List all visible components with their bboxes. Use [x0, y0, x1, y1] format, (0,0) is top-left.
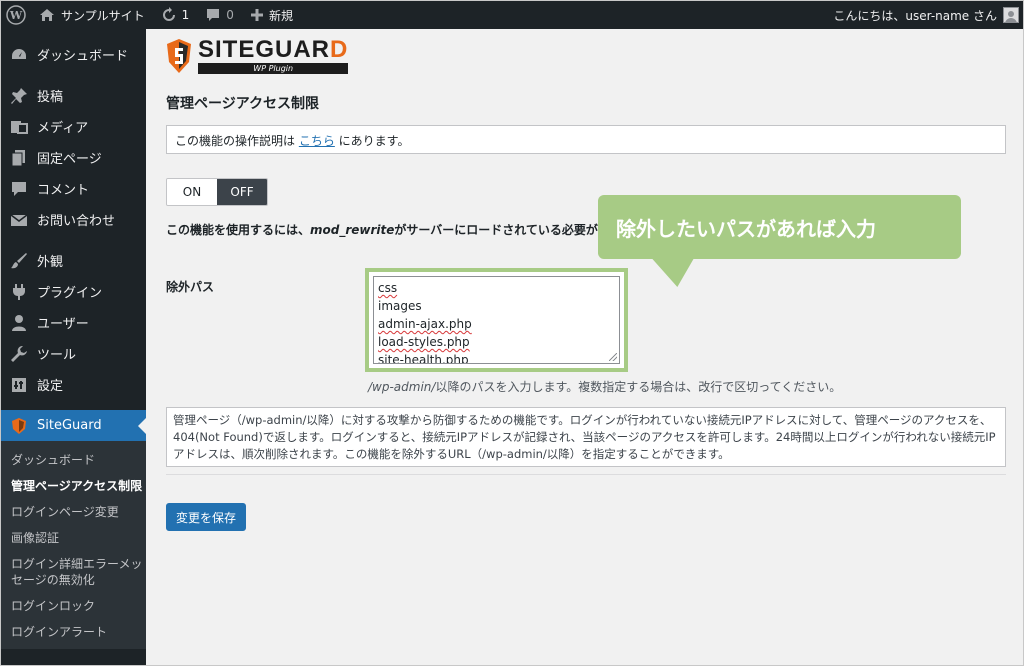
exclude-path-hint: /wp-admin/以降のパスを入力します。複数指定する場合は、改行で区切ってく…: [368, 378, 841, 395]
exclude-path-label: 除外パス: [166, 280, 215, 294]
toggle-on-button[interactable]: ON: [167, 179, 217, 205]
sidebar-item-label: 固定ページ: [37, 152, 102, 167]
sidebar-item-plugins[interactable]: プラグイン: [1, 276, 146, 307]
sidebar-item-dashboard[interactable]: ダッシュボード: [1, 39, 146, 70]
admin-sidebar: ダッシュボード 投稿 メディア 固定ページ コメント お問い合わせ 外観 プラグ…: [1, 29, 146, 665]
sidebar-item-appearance[interactable]: 外観: [1, 245, 146, 276]
sidebar-item-comments[interactable]: コメント: [1, 173, 146, 204]
sidebar-item-label: お問い合わせ: [37, 214, 116, 229]
sidebar-item-label: 外観: [37, 255, 64, 270]
sidebar-item-label: プラグイン: [37, 286, 103, 301]
sidebar-item-label: SiteGuard: [37, 418, 102, 433]
sidebar-item-label: 設定: [37, 379, 64, 394]
sidebar-item-label: ツール: [37, 348, 77, 363]
manual-link[interactable]: こちら: [299, 134, 335, 148]
page-icon: [9, 148, 29, 168]
updates-menu[interactable]: 1: [153, 1, 198, 29]
siteguard-logo: SITEGUARD WP Plugin: [166, 36, 349, 74]
req-text-pre: この機能を使用するには、: [166, 223, 311, 237]
logo-subtitle: WP Plugin: [198, 63, 349, 74]
wordpress-logo-icon[interactable]: W: [1, 1, 31, 29]
sidebar-item-label: 投稿: [37, 90, 64, 105]
exclude-path-line: load-styles.php: [378, 335, 470, 349]
sidebar-item-users[interactable]: ユーザー: [1, 307, 146, 338]
feature-description: 管理ページ（/wp-admin/以降）に対する攻撃から防御するための機能です。ロ…: [166, 407, 1006, 467]
admin-bar: W サンプルサイト 1 0 新規 こんにちは、user-name さん: [1, 1, 1023, 29]
main-content: SITEGUARD WP Plugin 管理ページアクセス制限 この機能の操作説…: [146, 29, 1023, 665]
comments-menu[interactable]: 0: [197, 1, 242, 29]
svg-text:W: W: [9, 9, 23, 22]
sidebar-item-contact[interactable]: お問い合わせ: [1, 204, 146, 235]
save-button[interactable]: 変更を保存: [166, 503, 246, 531]
page-title: 管理ページアクセス制限: [166, 96, 320, 112]
logo-text-d: D: [330, 36, 349, 63]
comment-icon: [205, 7, 221, 23]
media-icon: [9, 117, 29, 137]
submenu-item-login-error[interactable]: ログイン詳細エラーメッセージの無効化: [1, 551, 146, 593]
feature-toggle: ON OFF: [166, 178, 268, 206]
screenshot-frame: W サンプルサイト 1 0 新規 こんにちは、user-name さん ダッシュ…: [0, 0, 1024, 666]
divider: [166, 474, 1006, 475]
exclude-path-line: css: [378, 281, 398, 295]
new-content-menu[interactable]: 新規: [242, 1, 301, 29]
siteguard-submenu: ダッシュボード 管理ページアクセス制限 ログインページ変更 画像認証 ログイン詳…: [1, 441, 146, 649]
user-icon: [9, 313, 29, 333]
sidebar-item-pages[interactable]: 固定ページ: [1, 142, 146, 173]
submenu-item-admin-filter[interactable]: 管理ページアクセス制限: [1, 473, 146, 499]
mail-icon: [9, 210, 29, 230]
dashboard-icon: [9, 45, 29, 65]
site-name: サンプルサイト: [61, 8, 145, 23]
brush-icon: [9, 251, 29, 271]
sidebar-item-label: ダッシュボード: [37, 49, 129, 64]
avatar: [1003, 7, 1019, 23]
sidebar-item-label: ユーザー: [37, 317, 89, 332]
manual-notice: この機能の操作説明は こちら にあります。: [166, 125, 1006, 154]
sidebar-item-siteguard[interactable]: SiteGuard: [1, 410, 146, 441]
hint-path: /wp-admin/: [368, 380, 436, 394]
exclude-path-line: admin-ajax.php: [378, 317, 472, 331]
comments-count: 0: [226, 8, 234, 22]
sidebar-item-settings[interactable]: 設定: [1, 369, 146, 400]
exclude-path-textarea[interactable]: css images admin-ajax.php load-styles.ph…: [373, 276, 620, 364]
exclude-path-line: site-health.php: [378, 353, 469, 364]
req-text-post: がサーバーにロードされている必要があり: [394, 223, 622, 237]
requirement-text: この機能を使用するには、mod_rewriteがサーバーにロードされている必要が…: [166, 221, 622, 238]
updates-count: 1: [181, 8, 190, 22]
callout-tail: [633, 257, 695, 287]
plus-icon: [250, 8, 264, 22]
exclude-path-line: images: [378, 299, 422, 313]
greeting: こんにちは、user-name さん: [833, 8, 997, 23]
submenu-item-login-lock[interactable]: ログインロック: [1, 593, 146, 619]
submenu-item-captcha[interactable]: 画像認証: [1, 525, 146, 551]
plugin-icon: [9, 282, 29, 302]
updates-icon: [161, 7, 177, 23]
siteguard-shield-icon: [167, 39, 191, 73]
sidebar-item-posts[interactable]: 投稿: [1, 80, 146, 111]
submenu-item-dashboard[interactable]: ダッシュボード: [1, 447, 146, 473]
textarea-highlight: css images admin-ajax.php load-styles.ph…: [365, 268, 628, 372]
comment-icon: [9, 179, 29, 199]
settings-icon: [9, 375, 29, 395]
sidebar-item-tools[interactable]: ツール: [1, 338, 146, 369]
logo-text: SITEGUAR: [198, 36, 331, 63]
submenu-item-login-alert[interactable]: ログインアラート: [1, 619, 146, 645]
sidebar-item-label: コメント: [37, 183, 90, 198]
hint-text: 以降のパスを入力します。複数指定する場合は、改行で区切ってください。: [435, 380, 842, 394]
req-module: mod_rewrite: [310, 223, 395, 237]
home-icon: [39, 7, 55, 23]
sidebar-item-label: メディア: [37, 121, 89, 136]
annotation-callout: 除外したいパスがあれば入力: [598, 195, 961, 259]
sidebar-item-media[interactable]: メディア: [1, 111, 146, 142]
account-menu[interactable]: こんにちは、user-name さん: [825, 1, 1023, 29]
resize-handle-icon[interactable]: [609, 353, 617, 361]
siteguard-icon: [9, 416, 29, 436]
submenu-item-rename-login[interactable]: ログインページ変更: [1, 499, 146, 525]
pin-icon: [9, 86, 29, 106]
site-name-menu[interactable]: サンプルサイト: [31, 1, 153, 29]
notice-text-post: にあります。: [334, 134, 410, 148]
notice-text-pre: この機能の操作説明は: [175, 134, 299, 148]
toggle-off-button[interactable]: OFF: [217, 179, 267, 205]
new-label: 新規: [268, 8, 293, 23]
wrench-icon: [9, 344, 29, 364]
